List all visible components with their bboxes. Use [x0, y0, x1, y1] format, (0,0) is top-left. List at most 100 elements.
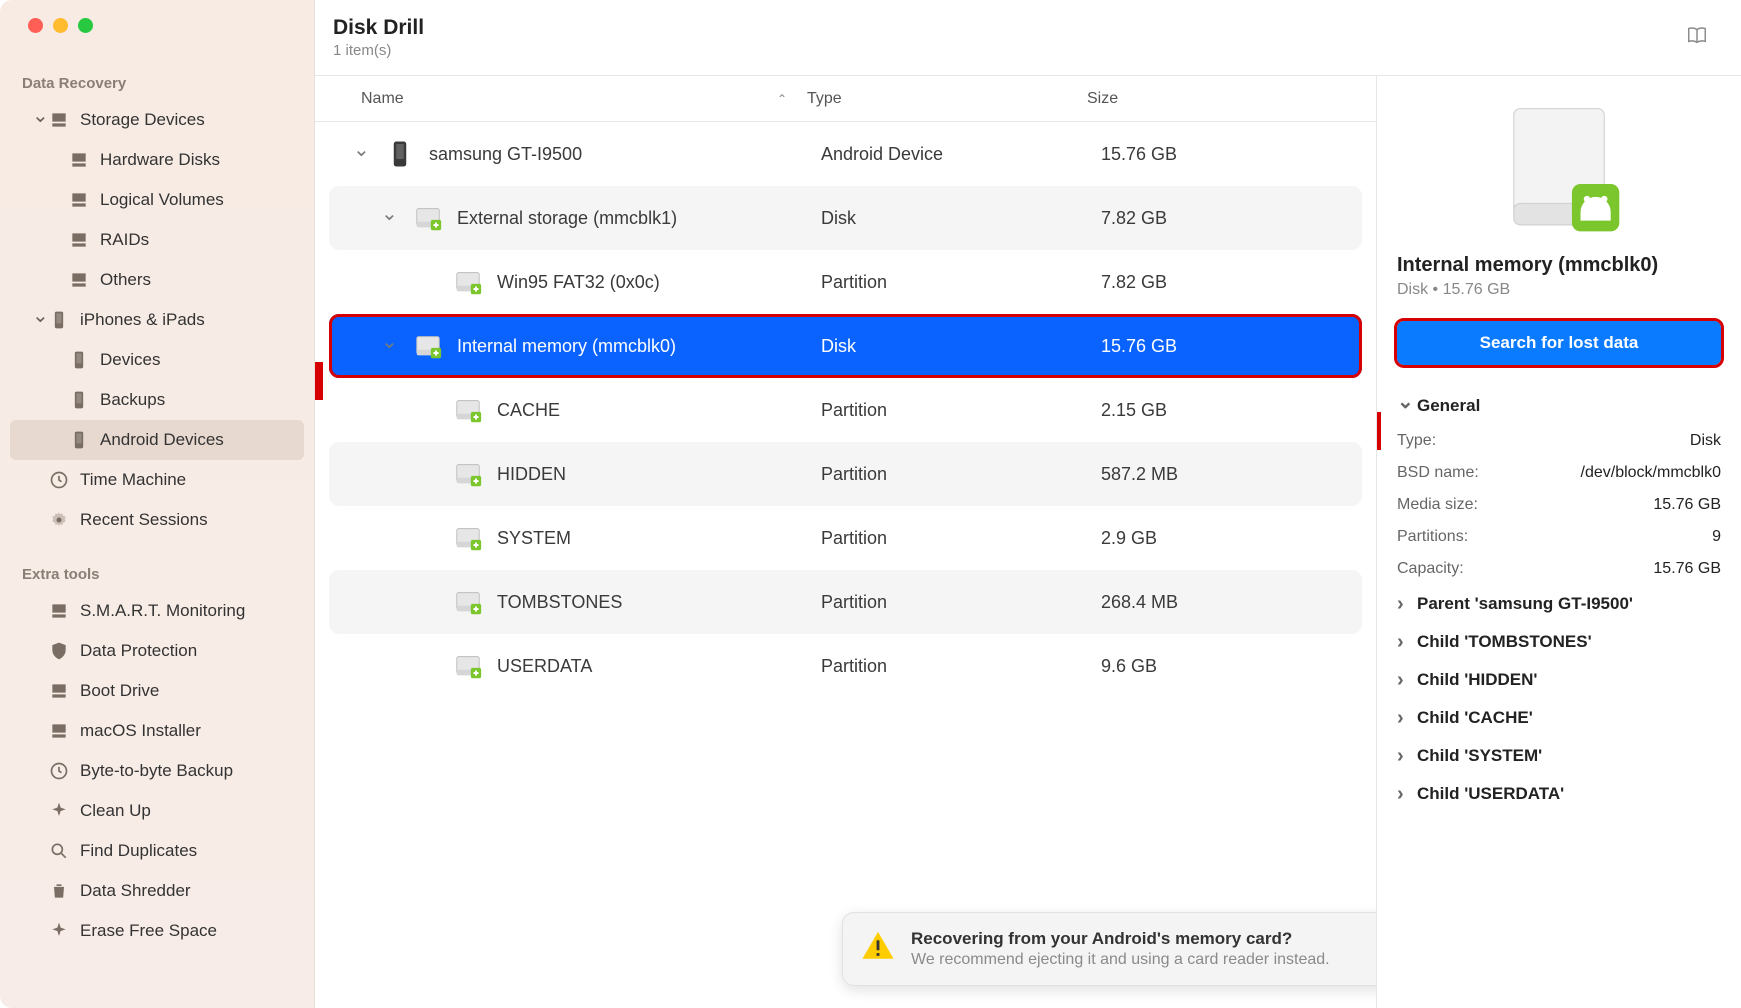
sidebar-item-label: Logical Volumes	[100, 190, 224, 210]
sidebar-item-label: Data Protection	[80, 641, 197, 661]
drive-icon	[413, 203, 443, 233]
sidebar-item-clean-up[interactable]: Clean Up	[10, 791, 304, 831]
sidebar-item-macos-installer[interactable]: macOS Installer	[10, 711, 304, 751]
row-size: 9.6 GB	[1101, 656, 1362, 677]
section-child-system[interactable]: Child 'SYSTEM'	[1397, 737, 1721, 775]
sidebar-item-raids[interactable]: RAIDs	[10, 220, 304, 260]
section-child-cache[interactable]: Child 'CACHE'	[1397, 699, 1721, 737]
section-child-userdata[interactable]: Child 'USERDATA'	[1397, 775, 1721, 813]
disk-icon	[68, 150, 90, 170]
sidebar-item-smart[interactable]: S.M.A.R.T. Monitoring	[10, 591, 304, 631]
phone-icon	[385, 139, 415, 169]
sidebar-item-label: RAIDs	[100, 230, 149, 250]
sidebar-item-storage-devices[interactable]: Storage Devices	[10, 100, 304, 140]
row-type: Partition	[821, 592, 1101, 613]
row-name: Internal memory (mmcblk0)	[457, 336, 676, 357]
sidebar-item-logical-volumes[interactable]: Logical Volumes	[10, 180, 304, 220]
sidebar-item-label: Others	[100, 270, 151, 290]
toast-title: Recovering from your Android's memory ca…	[911, 929, 1330, 949]
row-size: 7.82 GB	[1101, 208, 1362, 229]
table-row[interactable]: Win95 FAT32 (0x0c) Partition7.82 GB	[329, 250, 1362, 314]
sidebar-item-label: Recent Sessions	[80, 510, 208, 530]
sidebar-item-hardware-disks[interactable]: Hardware Disks	[10, 140, 304, 180]
disk-icon	[68, 230, 90, 250]
table-row[interactable]: HIDDENPartition587.2 MB	[329, 442, 1362, 506]
sidebar-item-others[interactable]: Others	[10, 260, 304, 300]
sidebar-item-time-machine[interactable]: Time Machine	[10, 460, 304, 500]
sidebar-item-data-shredder[interactable]: Data Shredder	[10, 871, 304, 911]
disk-icon	[68, 270, 90, 290]
row-type: Partition	[821, 656, 1101, 677]
row-size: 268.4 MB	[1101, 592, 1362, 613]
row-name: CACHE	[497, 400, 560, 421]
row-size: 15.76 GB	[1101, 336, 1362, 357]
sidebar-item-label: Erase Free Space	[80, 921, 217, 941]
sidebar-item-label: Byte-to-byte Backup	[80, 761, 233, 781]
sidebar-item-backups[interactable]: Backups	[10, 380, 304, 420]
row-type: Partition	[821, 528, 1101, 549]
section-child-tombstones[interactable]: Child 'TOMBSTONES'	[1397, 623, 1721, 661]
row-name: Win95 FAT32 (0x0c)	[497, 272, 660, 293]
chevron-right-icon	[1397, 784, 1411, 804]
column-name[interactable]: Name ⌃	[315, 90, 807, 108]
table-row[interactable]: SYSTEMPartition2.9 GB	[329, 506, 1362, 570]
clock-icon	[48, 761, 70, 781]
details-subtitle: Disk • 15.76 GB	[1397, 281, 1721, 299]
section-general[interactable]: General	[1397, 387, 1721, 425]
title-bar: Disk Drill 1 item(s)	[315, 0, 1741, 76]
table-row[interactable]: CACHEPartition2.15 GB	[329, 378, 1362, 442]
drive-icon	[453, 523, 483, 553]
drive-icon	[413, 331, 443, 361]
row-size: 7.82 GB	[1101, 272, 1362, 293]
sidebar-item-boot-drive[interactable]: Boot Drive	[10, 671, 304, 711]
chevron-right-icon	[1397, 746, 1411, 766]
drive-icon	[453, 267, 483, 297]
row-type: Partition	[821, 272, 1101, 293]
chevron-down-icon[interactable]	[381, 336, 399, 356]
help-icon[interactable]	[1683, 24, 1711, 51]
sidebar-item-iphones-ipads[interactable]: iPhones & iPads	[10, 300, 304, 340]
sidebar-item-android-devices[interactable]: Android Devices	[10, 420, 304, 460]
sidebar-item-label: iPhones & iPads	[80, 310, 205, 330]
column-size[interactable]: Size	[1087, 90, 1376, 108]
sidebar-item-label: Hardware Disks	[100, 150, 220, 170]
sidebar-item-label: Android Devices	[100, 430, 224, 450]
chevron-down-icon[interactable]	[381, 208, 399, 228]
phone-icon	[68, 390, 90, 410]
sidebar-item-recent-sessions[interactable]: Recent Sessions	[10, 500, 304, 540]
details-pane: Internal memory (mmcblk0) Disk • 15.76 G…	[1376, 76, 1741, 1008]
table-row[interactable]: Internal memory (mmcblk0)Disk15.76 GB	[329, 314, 1362, 378]
sidebar-item-find-duplicates[interactable]: Find Duplicates	[10, 831, 304, 871]
sidebar-item-byte-backup[interactable]: Byte-to-byte Backup	[10, 751, 304, 791]
row-size: 15.76 GB	[1101, 144, 1362, 165]
table-row[interactable]: samsung GT-I9500Android Device15.76 GB	[329, 122, 1362, 186]
chevron-down-icon[interactable]	[353, 144, 371, 164]
search-for-lost-data-button[interactable]: Search for lost data	[1397, 321, 1721, 365]
section-data-recovery: Data Recovery	[0, 67, 314, 100]
table-row[interactable]: External storage (mmcblk1)Disk7.82 GB	[329, 186, 1362, 250]
minimize-window-button[interactable]	[53, 18, 68, 33]
sidebar-item-label: Devices	[100, 350, 160, 370]
toast: Recovering from your Android's memory ca…	[842, 912, 1442, 986]
sidebar-item-data-protection[interactable]: Data Protection	[10, 631, 304, 671]
section-parent[interactable]: Parent 'samsung GT-I9500'	[1397, 585, 1721, 623]
row-type: Partition	[821, 400, 1101, 421]
drive-icon	[453, 651, 483, 681]
sparkle-icon	[48, 921, 70, 941]
table-row[interactable]: TOMBSTONESPartition268.4 MB	[329, 570, 1362, 634]
sidebar-item-erase-free-space[interactable]: Erase Free Space	[10, 911, 304, 951]
column-type[interactable]: Type	[807, 90, 1087, 108]
sidebar-item-devices[interactable]: Devices	[10, 340, 304, 380]
close-window-button[interactable]	[28, 18, 43, 33]
sidebar-item-label: Boot Drive	[80, 681, 159, 701]
chevron-down-icon	[1397, 396, 1411, 416]
sidebar-item-label: S.M.A.R.T. Monitoring	[80, 601, 245, 621]
table-row[interactable]: USERDATAPartition9.6 GB	[329, 634, 1362, 698]
zoom-window-button[interactable]	[78, 18, 93, 33]
disk-icon	[48, 681, 70, 701]
section-child-hidden[interactable]: Child 'HIDDEN'	[1397, 661, 1721, 699]
main-column: Disk Drill 1 item(s) Name ⌃ Type Size sa…	[315, 0, 1741, 1008]
callout-1: 1	[315, 362, 323, 400]
gear-icon	[48, 510, 70, 530]
sidebar-item-label: Time Machine	[80, 470, 186, 490]
